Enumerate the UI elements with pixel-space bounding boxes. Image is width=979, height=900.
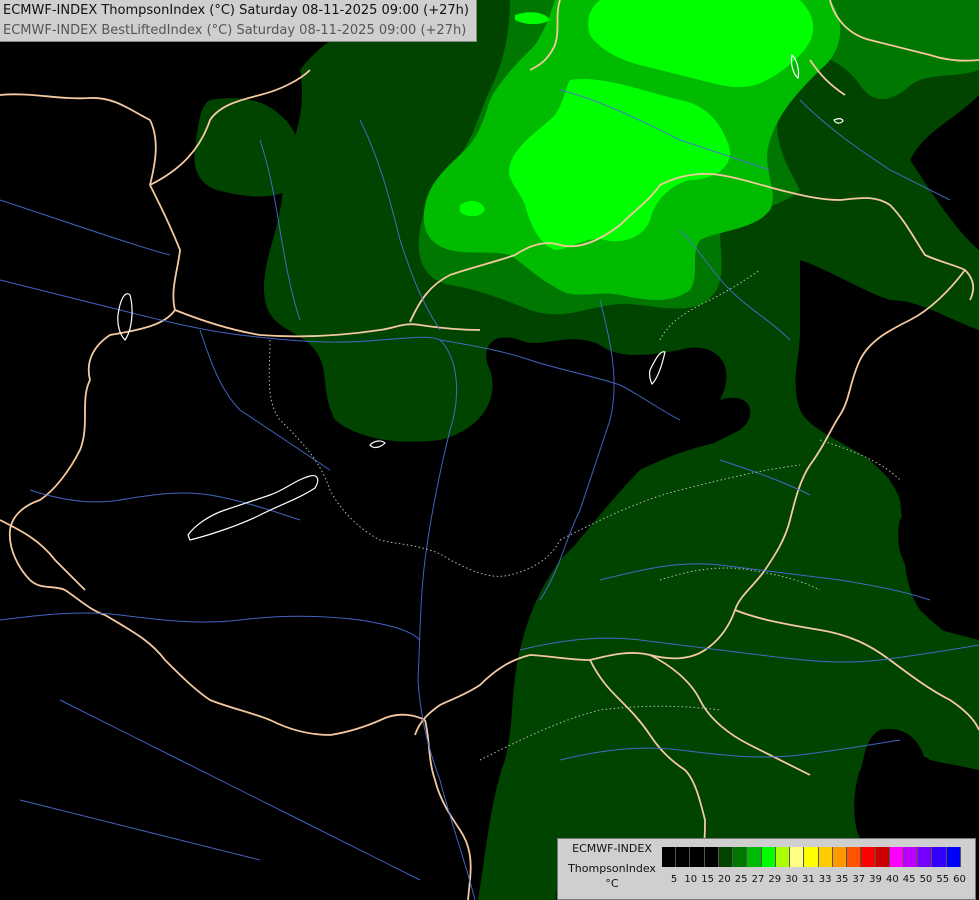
legend-tick-label: 25 <box>734 874 748 885</box>
legend-swatch <box>775 847 791 867</box>
legend-tick-label: 45 <box>902 874 916 885</box>
legend-unit-label: °C <box>605 877 619 890</box>
legend-tick-label: 50 <box>919 874 933 885</box>
legend-swatch <box>790 847 805 867</box>
legend-swatch <box>718 847 734 867</box>
legend-tick-label: 15 <box>701 874 714 885</box>
legend-swatch <box>932 847 947 867</box>
legend-swatch <box>889 847 904 867</box>
legend-swatch <box>761 847 776 867</box>
legend-swatch <box>903 847 919 867</box>
weather-map <box>0 0 979 900</box>
legend-swatch <box>832 847 848 867</box>
legend-tick-label: 35 <box>835 874 849 885</box>
legend-swatch <box>804 847 819 867</box>
legend-tick-label: 60 <box>953 874 966 885</box>
legend-swatch <box>704 847 719 867</box>
legend-tick-label: 37 <box>852 874 866 885</box>
legend-tick-label: 10 <box>684 874 698 885</box>
legend-swatch <box>690 847 705 867</box>
legend-tick-label: 40 <box>885 874 899 885</box>
map-title-box: ECMWF-INDEX ThompsonIndex (°C) Saturday … <box>0 0 477 42</box>
legend-tick-label: 20 <box>718 874 731 885</box>
legend-swatch <box>875 847 890 867</box>
legend-tick-label: 5 <box>670 874 678 885</box>
legend-tick-label: 30 <box>785 874 798 885</box>
legend-tick-label: 39 <box>869 874 882 885</box>
legend-tick-label: 31 <box>801 874 815 885</box>
legend-parameter-label: ThompsonIndex <box>568 862 656 875</box>
legend-swatch <box>861 847 876 867</box>
legend-tick-label: 29 <box>768 874 782 885</box>
legend-color-bar <box>662 847 961 867</box>
legend-swatch <box>847 847 862 867</box>
legend-swatch <box>733 847 748 867</box>
legend-swatch <box>747 847 762 867</box>
map-title-primary: ECMWF-INDEX ThompsonIndex (°C) Saturday … <box>3 3 469 18</box>
color-legend: ECMWF-INDEX ThompsonIndex °C 5 10 15 20 25 27… <box>557 838 976 900</box>
legend-swatch <box>662 847 677 867</box>
legend-tick-label: 27 <box>751 874 765 885</box>
legend-model-label: ECMWF-INDEX <box>572 842 652 855</box>
legend-swatch <box>676 847 691 867</box>
legend-swatch <box>918 847 933 867</box>
legend-swatch <box>818 847 833 867</box>
legend-swatch <box>946 847 961 867</box>
legend-tick-label: 33 <box>818 874 832 885</box>
map-title-secondary: ECMWF-INDEX BestLiftedIndex (°C) Saturda… <box>3 23 467 38</box>
legend-tick-label: 55 <box>936 874 950 885</box>
